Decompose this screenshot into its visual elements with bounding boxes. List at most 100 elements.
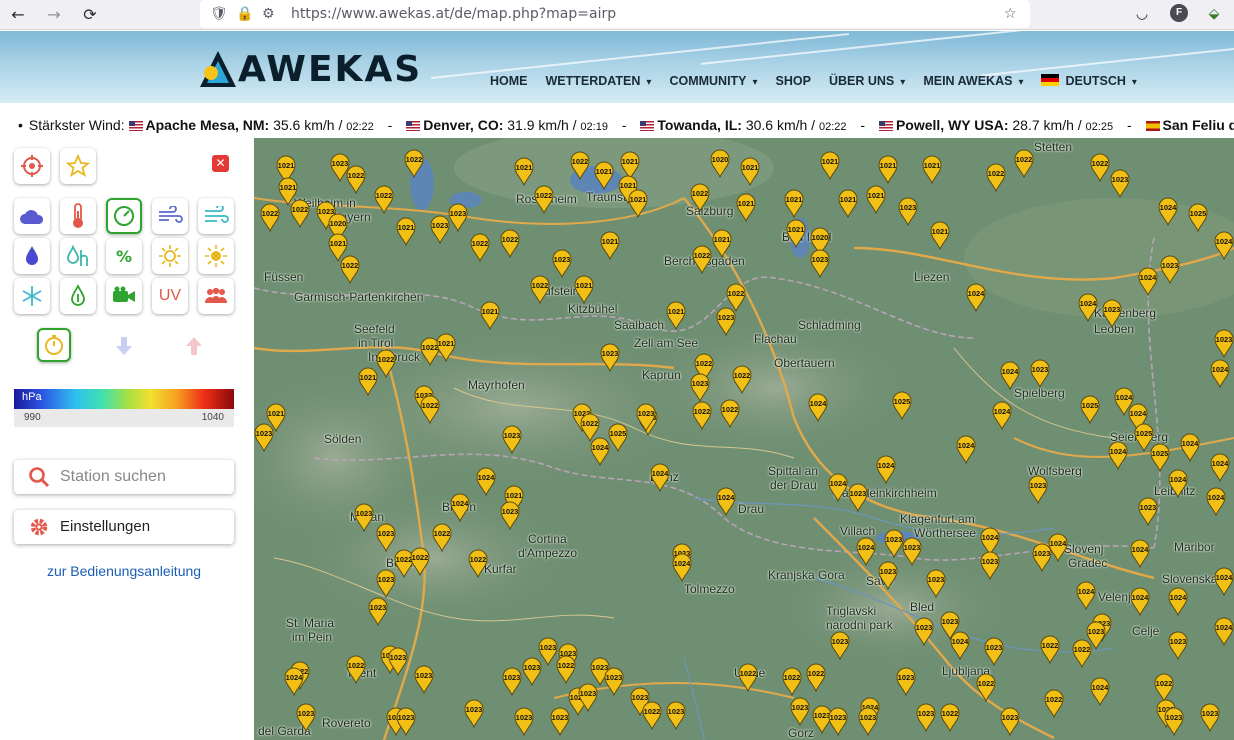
map-pin-icon: 1023 bbox=[368, 597, 388, 626]
layer-temperature-button[interactable] bbox=[60, 198, 96, 234]
layer-brightness-button[interactable] bbox=[198, 238, 234, 274]
station-pressure-value: 1023 bbox=[832, 637, 849, 646]
station-search-input[interactable]: Station suchen bbox=[14, 460, 234, 494]
layer-clouds-button[interactable] bbox=[14, 198, 50, 234]
favorites-button[interactable] bbox=[60, 148, 96, 184]
layer-dewpoint-button[interactable] bbox=[60, 278, 96, 314]
map-pin-icon: 1023 bbox=[500, 501, 520, 530]
layer-uv-button[interactable]: UV bbox=[152, 278, 188, 314]
layer-wind-button[interactable] bbox=[152, 198, 188, 234]
pocket-icon[interactable]: ◡ bbox=[1132, 4, 1152, 24]
station-pressure-value: 1021 bbox=[742, 163, 759, 172]
pressure-up-button[interactable] bbox=[176, 328, 212, 364]
ticker-entry[interactable]: Apache Mesa, NM: 35.6 km/h / 02:22 bbox=[128, 117, 374, 133]
map-place-label: Obertauern bbox=[774, 356, 835, 370]
pressure-color-scale: hPa bbox=[14, 389, 234, 409]
map-pin-icon: 1021 bbox=[712, 229, 732, 258]
station-pressure-value: 1022 bbox=[348, 171, 365, 180]
map-pin-icon: 1022 bbox=[530, 275, 550, 304]
close-icon[interactable]: ✕ bbox=[212, 155, 229, 172]
station-pressure-value: 1023 bbox=[718, 313, 735, 322]
ticker-entry[interactable]: Denver, CO: 31.9 km/h / 02:19 bbox=[406, 117, 608, 133]
map-pin-icon: 1024 bbox=[590, 437, 610, 466]
ticker-entry[interactable]: San Feliu de Guíxols: bbox=[1145, 117, 1234, 133]
map-pin-icon: 1024 bbox=[1090, 677, 1110, 706]
station-pressure-value: 1022 bbox=[406, 155, 423, 164]
station-pressure-value: 1023 bbox=[502, 507, 519, 516]
pressure-down-button[interactable] bbox=[106, 328, 142, 364]
map-pin-icon: 1023 bbox=[464, 699, 484, 728]
time-mode-button[interactable] bbox=[37, 328, 71, 362]
map-pin-icon: 1024 bbox=[1108, 441, 1128, 470]
pressure-map[interactable]: Weilheim inbayernRosenheimTraunsteinSalz… bbox=[254, 138, 1234, 740]
layer-sunshine-button[interactable] bbox=[152, 238, 188, 274]
nav-ueber-uns[interactable]: ÜBER UNS ▾ bbox=[829, 71, 905, 91]
lock-icon[interactable]: 🔒 bbox=[236, 4, 253, 24]
map-pin-icon: 1024 bbox=[1214, 231, 1234, 260]
awekas-logo[interactable]: AWEKAS bbox=[196, 47, 420, 91]
station-pressure-value: 1023 bbox=[886, 535, 903, 544]
nav-language[interactable]: DEUTSCH ▾ bbox=[1041, 71, 1137, 91]
map-pin-icon: 1022 bbox=[260, 203, 280, 232]
nav-home[interactable]: HOME bbox=[490, 71, 528, 91]
layer-humidity-button[interactable] bbox=[60, 238, 96, 274]
layer-gusts-button[interactable] bbox=[198, 198, 234, 234]
map-pin-icon: 1021 bbox=[820, 151, 840, 180]
manual-link[interactable]: zur Bedienungsanleitung bbox=[0, 563, 248, 579]
map-pin-icon: 1021 bbox=[666, 301, 686, 330]
station-pressure-value: 1021 bbox=[714, 235, 731, 244]
address-bar[interactable]: 🛡 🔒 ⚙ https://www.awekas.at/de/map.php?m… bbox=[200, 0, 1030, 28]
station-pressure-value: 1023 bbox=[552, 713, 569, 722]
back-icon[interactable]: ← bbox=[6, 3, 30, 27]
url-text[interactable]: https://www.awekas.at/de/map.php?map=air… bbox=[291, 4, 616, 24]
map-pin-icon: 1024 bbox=[966, 283, 986, 312]
station-pressure-value: 1021 bbox=[840, 195, 857, 204]
brightness-icon bbox=[205, 245, 227, 267]
map-pin-icon: 1023 bbox=[1110, 169, 1130, 198]
arrow-up-icon bbox=[186, 337, 202, 355]
nav-mein-awekas[interactable]: MEIN AWEKAS ▾ bbox=[923, 71, 1023, 91]
reload-icon[interactable]: ⟳ bbox=[78, 3, 102, 27]
map-pin-icon: 1022 bbox=[500, 229, 520, 258]
map-pin-icon: 1021 bbox=[358, 367, 378, 396]
map-pin-icon: 1022 bbox=[738, 663, 758, 692]
layer-precipitation-button[interactable] bbox=[14, 238, 50, 274]
bookmark-star-icon[interactable]: ☆ bbox=[1004, 4, 1017, 24]
station-pressure-value: 1023 bbox=[900, 203, 917, 212]
shield-icon[interactable]: 🛡 bbox=[210, 4, 228, 24]
permissions-icon[interactable]: ⚙ bbox=[262, 4, 275, 24]
nav-community[interactable]: COMMUNITY ▾ bbox=[669, 71, 757, 91]
station-pressure-value: 1024 bbox=[1002, 367, 1020, 376]
station-pressure-value: 1023 bbox=[1170, 637, 1187, 646]
map-pin-icon: 1024 bbox=[1138, 267, 1158, 296]
ticker-entry[interactable]: Towanda, IL: 30.6 km/h / 02:22 bbox=[640, 117, 847, 133]
station-pressure-value: 1025 bbox=[1152, 449, 1169, 458]
extension-icon[interactable]: ⬙ bbox=[1204, 4, 1224, 24]
nav-shop[interactable]: SHOP bbox=[776, 71, 811, 91]
layer-webcam-button[interactable] bbox=[106, 278, 142, 314]
layer-pressure-button[interactable] bbox=[106, 198, 142, 234]
profile-avatar[interactable]: F bbox=[1170, 4, 1188, 22]
forward-icon[interactable]: → bbox=[42, 3, 66, 27]
station-pressure-value: 1023 bbox=[390, 653, 407, 662]
station-pressure-value: 1021 bbox=[330, 239, 347, 248]
layer-percent-button[interactable]: % bbox=[106, 238, 142, 274]
webcam-icon bbox=[113, 286, 135, 302]
station-pressure-value: 1021 bbox=[482, 307, 499, 316]
nav-wetterdaten[interactable]: WETTERDATEN ▾ bbox=[546, 71, 652, 91]
station-pressure-value: 1023 bbox=[638, 409, 655, 418]
map-pin-icon: 1021 bbox=[594, 161, 614, 190]
layer-snow-button[interactable] bbox=[14, 278, 50, 314]
layer-community-button[interactable] bbox=[198, 278, 234, 314]
scale-max: 1040 bbox=[201, 412, 224, 423]
ticker-entry[interactable]: Powell, WY USA: 28.7 km/h / 02:25 bbox=[878, 117, 1113, 133]
locate-button[interactable] bbox=[14, 148, 50, 184]
map-place-label: Mayrhofen bbox=[468, 378, 525, 392]
search-icon bbox=[28, 466, 50, 492]
map-pin-icon: 1023 bbox=[984, 637, 1004, 666]
map-pin-icon: 1022 bbox=[290, 199, 310, 228]
map-pin-icon: 1021 bbox=[786, 219, 806, 248]
station-pressure-value: 1024 bbox=[952, 637, 970, 646]
settings-button[interactable]: Einstellungen bbox=[14, 510, 234, 544]
station-pressure-value: 1022 bbox=[808, 669, 825, 678]
